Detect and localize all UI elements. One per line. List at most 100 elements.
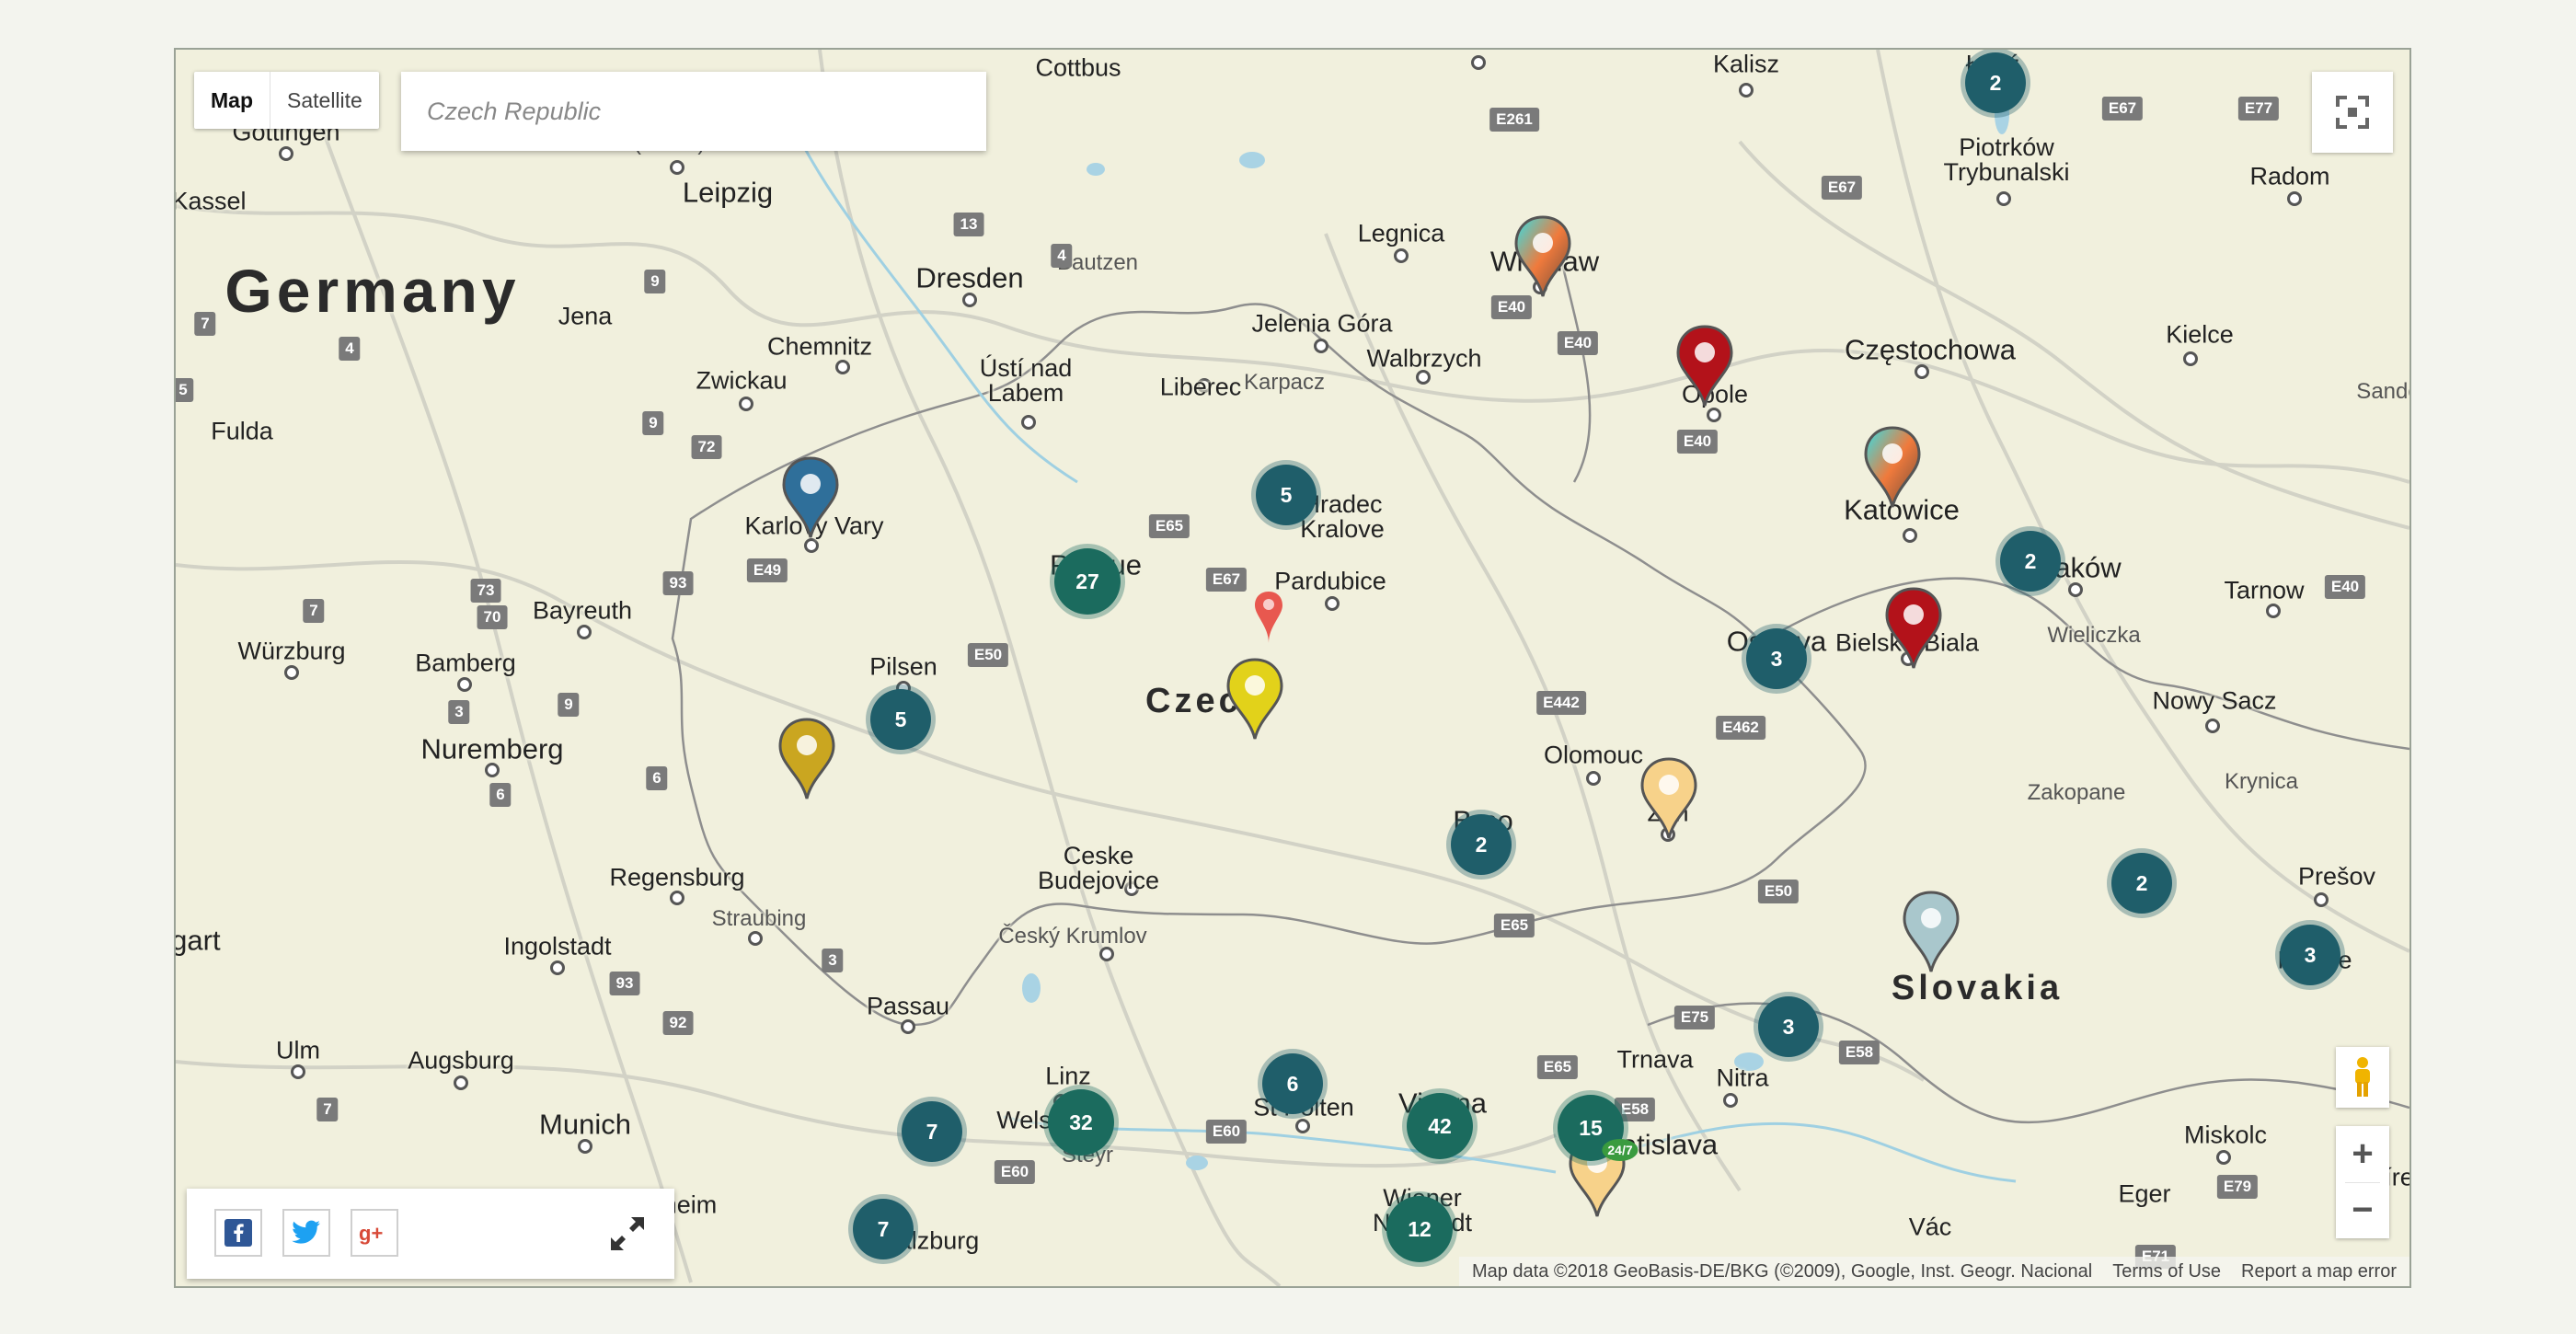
fullscreen-button[interactable] — [2312, 72, 2393, 153]
road-shield: E49 — [746, 558, 788, 582]
road-shield: 7 — [194, 312, 216, 336]
road-shield: E75 — [1673, 1006, 1716, 1029]
zoom-in-button[interactable]: + — [2336, 1126, 2389, 1182]
map-data-credit: Map data ©2018 GeoBasis-DE/BKG (©2009), … — [1471, 1260, 2093, 1282]
city-label-stuttgart: Stuttgart — [176, 924, 221, 957]
road-shield: E67 — [1821, 176, 1863, 200]
city-dot — [748, 931, 763, 946]
road-shield: 3 — [448, 700, 470, 724]
road-shield: 13 — [953, 213, 984, 236]
city-label-wieliczka: Wieliczka — [2047, 623, 2141, 648]
city-label-legnica: Legnica — [1357, 219, 1445, 247]
city-dot — [1903, 528, 1917, 543]
road-shield: E40 — [1676, 430, 1719, 454]
road-shield: 5 — [176, 378, 194, 402]
city-label-olomouc: Olomouc — [1543, 741, 1644, 769]
city-label-nowysacz: Nowy Sacz — [2152, 686, 2277, 715]
map-pin-marker[interactable] — [1639, 756, 1698, 845]
marker-cluster[interactable]: 3 — [2280, 925, 2340, 985]
road-shield: E65 — [1148, 514, 1190, 538]
city-label-kalisz: Kalisz — [1712, 50, 1780, 78]
google-plus-share-button[interactable]: g+ — [351, 1209, 398, 1257]
city-label-regensburg: Regensburg — [609, 863, 745, 891]
map-pin-marker[interactable] — [1863, 425, 1922, 514]
city-label-munich: Munich — [539, 1108, 631, 1141]
facebook-share-button[interactable] — [214, 1209, 262, 1257]
map-pin-marker[interactable] — [1225, 657, 1284, 746]
map-pin-marker[interactable] — [777, 717, 836, 806]
road-shield: E67 — [1205, 568, 1248, 592]
share-expand-button[interactable] — [603, 1209, 652, 1259]
search-input[interactable] — [401, 72, 986, 151]
city-dot — [670, 160, 684, 175]
map-pin-marker[interactable] — [1513, 214, 1572, 304]
city-label-walbrzych: Walbrzych — [1366, 344, 1482, 373]
city-label-sandomierz: Sandom — [2356, 379, 2409, 404]
map-pin-marker[interactable] — [1253, 590, 1284, 650]
city-dot — [1739, 83, 1754, 98]
city-label-piotrkow: Piotrków Trybunalski — [1943, 133, 2070, 186]
city-label-miskolc: Miskolc — [2183, 1121, 2268, 1149]
city-label-wels: Wels — [996, 1106, 1052, 1134]
city-dot — [279, 146, 293, 161]
road-shield: E442 — [1536, 691, 1586, 715]
road-shield: E40 — [2324, 575, 2366, 599]
map-pin-marker[interactable] — [781, 455, 840, 545]
city-dot — [670, 891, 684, 905]
street-view-pegman[interactable] — [2336, 1047, 2389, 1108]
road-shield: 3 — [822, 949, 844, 972]
map-type-satellite-button[interactable]: Satellite — [270, 72, 379, 129]
google-plus-icon: g+ — [359, 1222, 383, 1245]
report-map-error-link[interactable]: Report a map error — [2241, 1261, 2397, 1282]
marker-cluster[interactable]: 6 — [1262, 1053, 1323, 1114]
marker-cluster[interactable]: 27 — [1054, 548, 1121, 615]
road-shield: 4 — [1051, 244, 1073, 268]
city-label-jelenia: Jelenia Góra — [1251, 309, 1393, 338]
city-label-leipzig: Leipzig — [682, 176, 774, 209]
city-label-czestochowa: Częstochowa — [1844, 333, 2017, 366]
marker-cluster[interactable]: 3 — [1758, 996, 1819, 1057]
city-label-straubing: Straubing — [711, 906, 807, 931]
map-pin-marker[interactable] — [1902, 890, 1961, 979]
facebook-icon — [224, 1219, 252, 1247]
marker-cluster[interactable]: 2 — [2111, 853, 2172, 914]
marker-cluster[interactable]: 2 — [2000, 531, 2061, 592]
marker-cluster[interactable]: 32 — [1048, 1089, 1114, 1156]
city-label-fulda: Fulda — [211, 417, 273, 445]
marker-cluster[interactable]: 5 — [870, 689, 931, 750]
city-dot — [739, 397, 753, 411]
map-pin-marker[interactable] — [1675, 324, 1734, 413]
city-dot — [1996, 191, 2011, 206]
city-dot — [1723, 1093, 1738, 1108]
marker-cluster[interactable]: 3 — [1746, 628, 1807, 689]
marker-cluster[interactable]: 7 — [902, 1101, 962, 1162]
twitter-share-button[interactable] — [282, 1209, 330, 1257]
city-dot — [2205, 719, 2220, 733]
city-dot — [962, 293, 977, 307]
road-shield: 92 — [662, 1011, 694, 1035]
city-dot — [2314, 892, 2329, 907]
zoom-out-button[interactable]: − — [2336, 1183, 2389, 1239]
marker-cluster[interactable]: 2 — [1451, 814, 1512, 875]
marker-cluster[interactable]: 12 — [1386, 1196, 1453, 1262]
city-dot — [578, 1139, 592, 1154]
city-label-ceske: Ceske Budejovice — [1037, 842, 1160, 894]
marker-cluster[interactable]: 7 — [853, 1199, 914, 1259]
city-dot — [2216, 1150, 2231, 1165]
map-container[interactable]: Germany Czech Slovakia Cottbus Göttingen Kass… — [174, 48, 2411, 1288]
marker-cluster[interactable]: 42 — [1407, 1093, 1473, 1159]
city-label-eger: Eger — [2118, 1179, 2171, 1208]
marker-cluster[interactable]: 5 — [1256, 465, 1317, 525]
map-type-map-button[interactable]: Map — [194, 72, 270, 129]
road-shield: E50 — [1757, 880, 1800, 903]
road-shield: 72 — [691, 435, 722, 459]
road-shield: E67 — [2101, 97, 2144, 121]
city-label-krynica: Krynica — [2224, 769, 2299, 794]
terms-of-use-link[interactable]: Terms of Use — [2112, 1261, 2221, 1282]
marker-cluster[interactable]: 2 — [1965, 52, 2026, 113]
map-type-control: Map Satellite — [194, 72, 379, 129]
map-pin-marker[interactable] — [1884, 586, 1943, 675]
city-label-augsburg: Augsburg — [408, 1046, 514, 1075]
city-label-jena: Jena — [558, 302, 613, 330]
city-dot — [457, 677, 472, 692]
